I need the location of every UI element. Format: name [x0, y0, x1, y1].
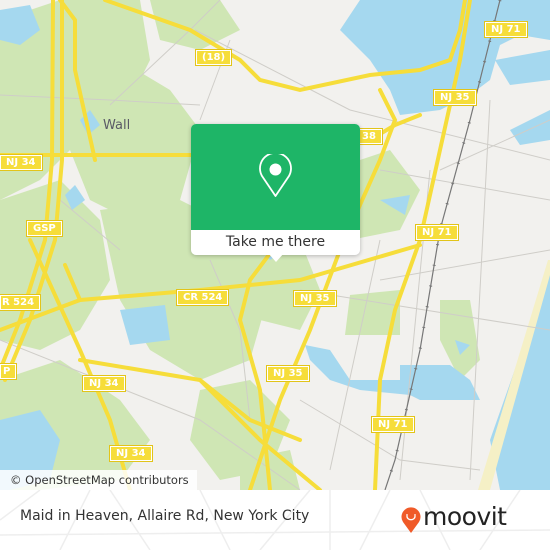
road-shield-gsp: GSP: [26, 220, 63, 237]
place-label-wall: Wall: [103, 118, 131, 133]
road-shield-nj34: NJ 34: [0, 154, 43, 171]
road-shield-cr524: CR 524: [175, 289, 230, 306]
moovit-pin-icon: [401, 507, 421, 533]
road-shield-cr524: R 524: [0, 294, 42, 311]
road-shield-nj35: NJ 35: [266, 365, 310, 382]
road-shield-nj71: NJ 71: [484, 21, 528, 38]
road-shield-nj71: NJ 71: [371, 416, 415, 433]
location-popup[interactable]: Take me there: [191, 124, 360, 262]
moovit-wordmark: moovit: [423, 502, 507, 531]
take-me-there-button[interactable]: Take me there: [191, 230, 360, 255]
road-shield-nj38: 38: [358, 128, 383, 145]
map[interactable]: Wall NJ 34 GSP R 524 CR 524 P NJ 34 NJ 3…: [0, 0, 550, 490]
road-shield-nj34: NJ 34: [109, 445, 153, 462]
road-shield-nj71: NJ 71: [415, 224, 459, 241]
road-shield-nj35: NJ 35: [433, 89, 477, 106]
footer-bar: Maid in Heaven, Allaire Rd, New York Cit…: [0, 490, 550, 550]
popup-pointer: [268, 253, 284, 262]
popup-header[interactable]: [191, 124, 360, 230]
location-pin-icon: [259, 154, 292, 197]
road-shield-nj34: NJ 34: [82, 375, 126, 392]
road-shield-p: P: [0, 363, 18, 380]
location-title: Maid in Heaven, Allaire Rd, New York Cit…: [20, 508, 310, 524]
map-attribution[interactable]: © OpenStreetMap contributors: [0, 470, 197, 490]
road-shield-route18: (18): [194, 49, 233, 66]
road-shield-nj35: NJ 35: [293, 290, 337, 307]
